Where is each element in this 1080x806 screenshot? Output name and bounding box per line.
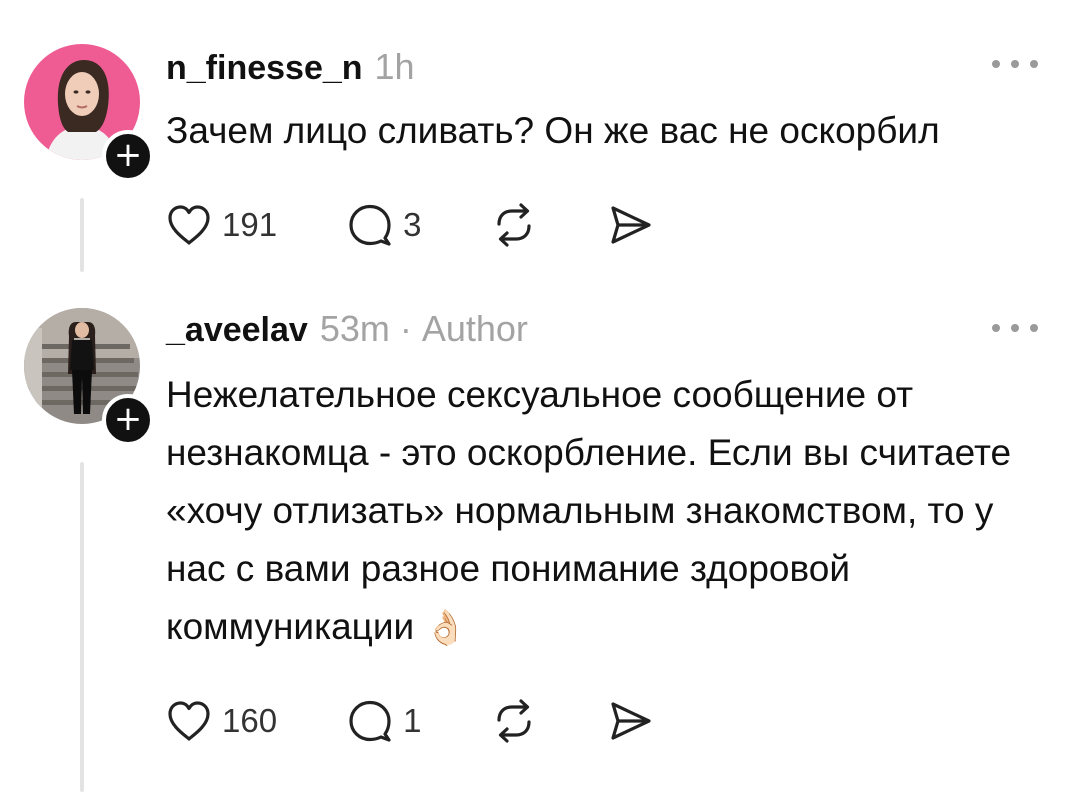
meta-separator: · <box>399 308 412 349</box>
username[interactable]: n_finesse_n <box>166 49 363 88</box>
repost-button[interactable] <box>491 698 537 744</box>
repost-icon <box>497 699 532 743</box>
action-bar: 191 3 <box>166 200 653 250</box>
comment-2: + _aveelav 53m · Author Нежелательное се… <box>0 290 1080 806</box>
send-icon <box>611 702 652 740</box>
thread-line <box>80 198 84 272</box>
timestamp: 1h <box>374 46 415 87</box>
heart-icon <box>168 205 210 245</box>
thread-line <box>80 462 84 792</box>
action-bar: 160 1 <box>166 696 653 746</box>
like-count: 160 <box>222 702 278 739</box>
username[interactable]: _aveelav <box>166 311 308 350</box>
share-button[interactable] <box>607 202 653 248</box>
repost-icon <box>497 203 532 247</box>
follow-button[interactable]: + <box>102 130 154 182</box>
reply-count: 1 <box>403 702 422 739</box>
send-icon <box>611 206 652 244</box>
avatar-container[interactable]: + <box>24 44 154 182</box>
repost-button[interactable] <box>491 202 537 248</box>
comment-icon <box>349 204 391 246</box>
heart-icon <box>168 701 210 741</box>
comment-icon <box>349 700 391 742</box>
reply-button[interactable]: 3 <box>347 202 421 248</box>
share-button[interactable] <box>607 698 653 744</box>
timestamp: 53m <box>319 308 390 349</box>
like-button[interactable]: 160 <box>166 699 277 743</box>
author-label: Author <box>421 308 528 349</box>
reply-count: 3 <box>403 206 422 243</box>
like-button[interactable]: 191 <box>166 203 277 247</box>
more-icon[interactable] <box>992 322 1038 334</box>
follow-button[interactable]: + <box>102 394 154 446</box>
ok-hand-emoji: 👌🏻 <box>424 609 467 647</box>
comment-text-body: Нежелательное сексуальное сообщение от н… <box>166 374 1012 647</box>
like-count: 191 <box>222 206 278 243</box>
comment-text: Зачем лицо сливать? Он же вас не оскорби… <box>166 110 940 151</box>
comment-text: Нежелательное сексуальное сообщение от н… <box>166 366 1016 657</box>
avatar-container[interactable]: + <box>24 308 154 446</box>
comment-header: n_finesse_n 1h <box>166 46 415 88</box>
more-icon[interactable] <box>992 58 1038 70</box>
comment-header: _aveelav 53m · Author <box>166 308 528 350</box>
comment-1: + n_finesse_n 1h Зачем лицо сливать? Он … <box>0 0 1080 290</box>
reply-button[interactable]: 1 <box>347 698 421 744</box>
